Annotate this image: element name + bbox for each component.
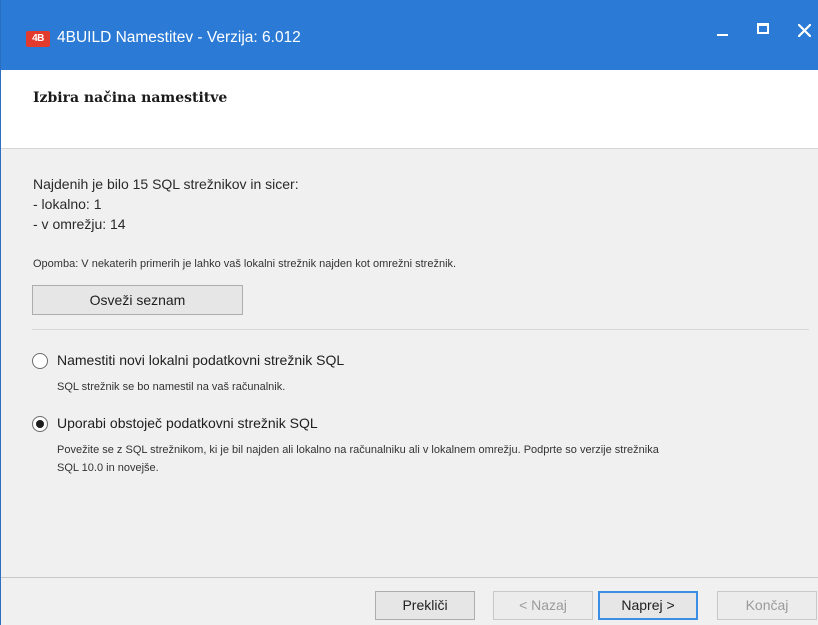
window-title: 4BUILD Namestitev - Verzija: 6.012 — [57, 29, 301, 46]
finish-button[interactable]: Končaj — [717, 591, 817, 620]
maximize-button[interactable] — [744, 12, 784, 52]
page-header: Izbira načina namestitve — [1, 70, 818, 149]
existing-server-description-line: Povežite se z SQL strežnikom, ki je bil … — [57, 444, 659, 456]
existing-server-radio[interactable] — [32, 416, 48, 432]
maximize-icon — [757, 23, 769, 34]
existing-server-label[interactable]: Uporabi obstoječ podatkovni strežnik SQL — [57, 415, 318, 431]
minimize-button[interactable] — [704, 12, 744, 52]
existing-server-description: Povežite se z SQL strežnikom, ki je bil … — [57, 441, 817, 477]
main-content: Najdenih je bilo 15 SQL strežnikov in si… — [1, 149, 818, 577]
servers-network-line: - v omrežju: 14 — [33, 216, 126, 232]
installer-window: 4B 4BUILD Namestitev - Verzija: 6.012 Iz… — [0, 0, 818, 625]
new-server-description: SQL strežnik se bo namestil na vaš račun… — [57, 381, 286, 393]
new-server-radio[interactable] — [32, 353, 48, 369]
servers-found-summary: Najdenih je bilo 15 SQL strežnikov in si… — [33, 174, 299, 234]
close-button[interactable] — [784, 12, 818, 52]
minimize-icon — [717, 34, 728, 36]
button-bar: Prekliči < Nazaj Naprej > Končaj — [1, 577, 818, 625]
servers-found-line: Najdenih je bilo 15 SQL strežnikov in si… — [33, 176, 299, 192]
existing-server-description-line: SQL 10.0 in novejše. — [57, 462, 159, 474]
title-bar[interactable]: 4B 4BUILD Namestitev - Verzija: 6.012 — [1, 0, 818, 70]
app-logo-icon: 4B — [26, 31, 50, 47]
note-text: Opomba: V nekaterih primerih je lahko va… — [33, 258, 457, 270]
next-button[interactable]: Naprej > — [598, 591, 698, 620]
new-server-label[interactable]: Namestiti novi lokalni podatkovni strežn… — [57, 352, 344, 368]
page-title: Izbira načina namestitve — [33, 90, 228, 106]
divider — [32, 329, 809, 330]
cancel-button[interactable]: Prekliči — [375, 591, 475, 620]
back-button[interactable]: < Nazaj — [493, 591, 593, 620]
servers-local-line: - lokalno: 1 — [33, 196, 102, 212]
close-icon — [798, 24, 811, 37]
refresh-list-button[interactable]: Osveži seznam — [32, 285, 243, 315]
